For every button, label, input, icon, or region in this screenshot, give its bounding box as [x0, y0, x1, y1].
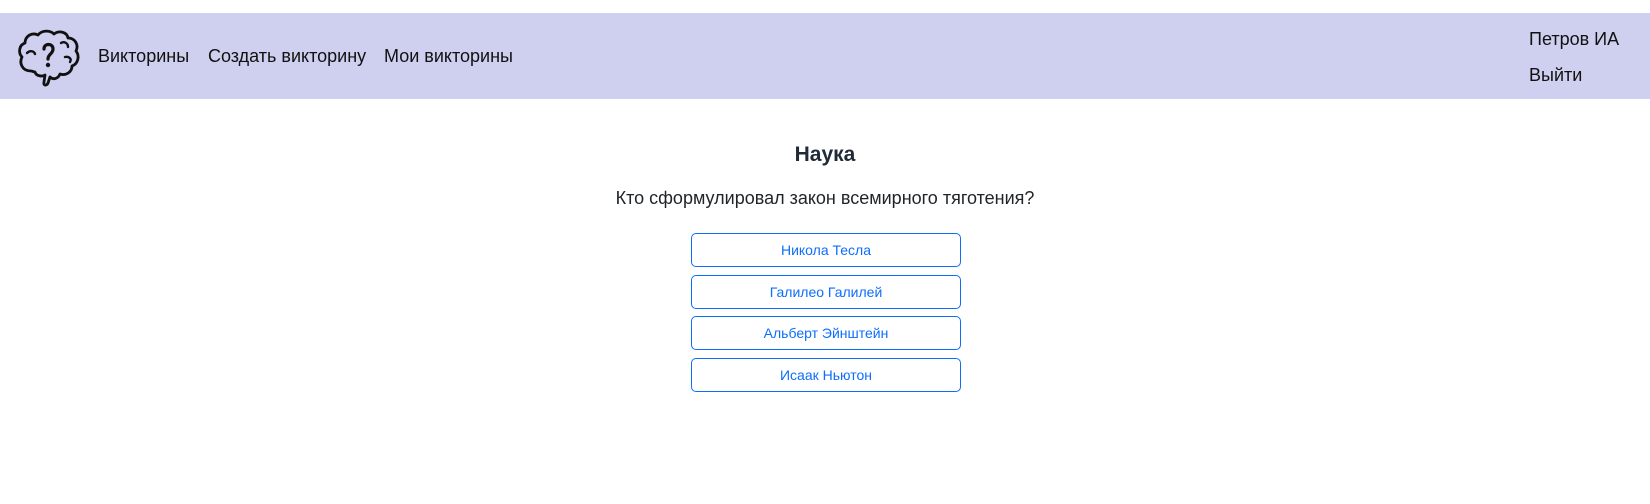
quiz-title: Наука	[794, 143, 856, 166]
answer-button[interactable]: Галилео Галилей	[691, 275, 961, 309]
question-text: Кто сформулировал закон всемирного тягот…	[615, 188, 1035, 208]
nav-link-my-quizzes[interactable]: Мои викторины	[384, 45, 513, 67]
nav-link-quizzes[interactable]: Викторины	[98, 45, 189, 67]
nav-link-create-quiz[interactable]: Создать викторину	[208, 45, 366, 67]
answer-button[interactable]: Альберт Эйнштейн	[691, 316, 961, 350]
answer-button[interactable]: Никола Тесла	[691, 233, 961, 267]
brain-question-icon[interactable]	[17, 29, 81, 87]
answer-button[interactable]: Исаак Ньютон	[691, 358, 961, 392]
navbar: Викторины Создать викторину Мои викторин…	[0, 13, 1650, 99]
user-name: Петров ИА	[1529, 29, 1620, 49]
logout-link[interactable]: Выйти	[1529, 64, 1582, 86]
quiz-content: Наука Кто сформулировал закон всемирного…	[0, 99, 1650, 504]
